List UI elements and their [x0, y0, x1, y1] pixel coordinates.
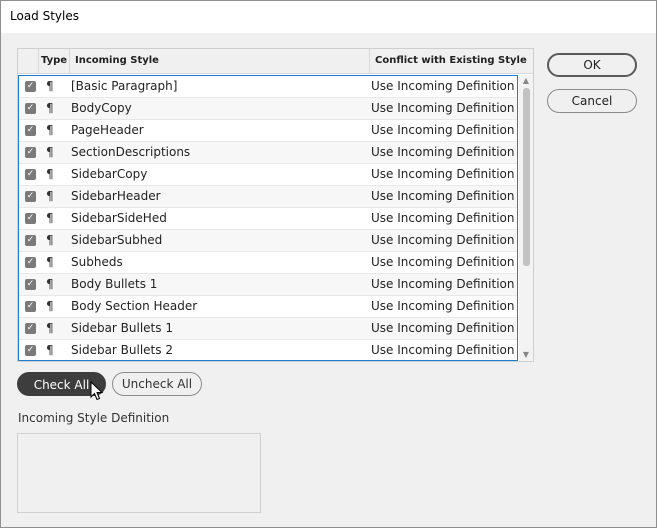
table-row[interactable]: ✓ ¶ Sidebar Bullets 2 Use Incoming Definiti… — [19, 340, 517, 360]
table-row[interactable]: ✓ ¶ SidebarSubhed Use Incoming Definition — [19, 230, 517, 252]
table-row[interactable]: ✓ ¶ Body Section Header Use Incoming Defini… — [19, 296, 517, 318]
table-row[interactable]: ✓ ¶ Subheds Use Incoming Definition — [19, 252, 517, 274]
row-checkbox[interactable]: ✓ — [25, 257, 36, 268]
row-checkbox[interactable]: ✓ — [25, 213, 36, 224]
ok-button[interactable]: OK — [547, 53, 637, 77]
conflict-resolution[interactable]: Use Incoming Definition — [371, 321, 514, 335]
row-checkbox[interactable]: ✓ — [25, 125, 36, 136]
paragraph-icon: ¶ — [46, 167, 54, 181]
conflict-resolution[interactable]: Use Incoming Definition — [371, 211, 514, 225]
conflict-resolution[interactable]: Use Incoming Definition — [371, 123, 514, 137]
paragraph-icon: ¶ — [46, 255, 54, 269]
table-row[interactable]: ✓ ¶ SidebarHeader Use Incoming Definition — [19, 186, 517, 208]
column-header-incoming-style[interactable]: Incoming Style — [75, 49, 159, 73]
conflict-resolution[interactable]: Use Incoming Definition — [371, 277, 514, 291]
column-divider — [38, 49, 39, 73]
conflict-resolution[interactable]: Use Incoming Definition — [371, 79, 514, 93]
row-checkbox[interactable]: ✓ — [25, 279, 36, 290]
styles-table: Type Incoming Style Conflict with Existi… — [17, 48, 534, 362]
paragraph-icon: ¶ — [46, 79, 54, 93]
paragraph-icon: ¶ — [46, 321, 54, 335]
paragraph-icon: ¶ — [46, 343, 54, 357]
row-checkbox[interactable]: ✓ — [25, 191, 36, 202]
paragraph-icon: ¶ — [46, 145, 54, 159]
row-checkbox[interactable]: ✓ — [25, 81, 36, 92]
paragraph-icon: ¶ — [46, 233, 54, 247]
row-checkbox[interactable]: ✓ — [25, 147, 36, 158]
row-checkbox[interactable]: ✓ — [25, 103, 36, 114]
conflict-resolution[interactable]: Use Incoming Definition — [371, 167, 514, 181]
incoming-style-definition-label: Incoming Style Definition — [18, 411, 170, 425]
vertical-scrollbar[interactable]: ▲ ▼ — [519, 75, 533, 361]
load-styles-dialog: Load Styles Type Incoming Style Conflict… — [0, 0, 657, 528]
incoming-style-name: Sidebar Bullets 2 — [71, 343, 173, 357]
table-row[interactable]: ✓ ¶ SidebarSideHed Use Incoming Definition — [19, 208, 517, 230]
row-checkbox[interactable]: ✓ — [25, 301, 36, 312]
scroll-down-arrow-icon[interactable]: ▼ — [521, 350, 531, 360]
conflict-resolution[interactable]: Use Incoming Definition — [371, 189, 514, 203]
table-row[interactable]: ✓ ¶ Sidebar Bullets 1 Use Incoming Definiti… — [19, 318, 517, 340]
table-body: ✓ ¶ [Basic Paragraph] Use Incoming Definiti… — [18, 75, 518, 361]
incoming-style-name: Body Bullets 1 — [71, 277, 158, 291]
conflict-resolution[interactable]: Use Incoming Definition — [371, 255, 514, 269]
scroll-up-arrow-icon[interactable]: ▲ — [521, 76, 531, 86]
scrollbar-thumb[interactable] — [523, 88, 530, 266]
row-checkbox[interactable]: ✓ — [25, 323, 36, 334]
column-divider — [369, 49, 370, 73]
conflict-resolution[interactable]: Use Incoming Definition — [371, 101, 514, 115]
incoming-style-name: Body Section Header — [71, 299, 198, 313]
paragraph-icon: ¶ — [46, 101, 54, 115]
row-checkbox[interactable]: ✓ — [25, 235, 36, 246]
incoming-style-name: PageHeader — [71, 123, 144, 137]
cancel-button[interactable]: Cancel — [547, 89, 637, 113]
row-checkbox[interactable]: ✓ — [25, 169, 36, 180]
column-header-conflict[interactable]: Conflict with Existing Style — [375, 49, 527, 73]
paragraph-icon: ¶ — [46, 299, 54, 313]
conflict-resolution[interactable]: Use Incoming Definition — [371, 145, 514, 159]
title-bar: Load Styles — [1, 1, 656, 33]
column-divider — [69, 49, 70, 73]
paragraph-icon: ¶ — [46, 211, 54, 225]
conflict-resolution[interactable]: Use Incoming Definition — [371, 299, 514, 313]
incoming-style-name: Subheds — [71, 255, 123, 269]
table-row[interactable]: ✓ ¶ [Basic Paragraph] Use Incoming Definiti… — [19, 76, 517, 98]
incoming-style-name: Sidebar Bullets 1 — [71, 321, 173, 335]
incoming-style-name: SidebarSubhed — [71, 233, 163, 247]
paragraph-icon: ¶ — [46, 123, 54, 137]
table-row[interactable]: ✓ ¶ PageHeader Use Incoming Definition — [19, 120, 517, 142]
row-checkbox[interactable]: ✓ — [25, 345, 36, 356]
paragraph-icon: ¶ — [46, 277, 54, 291]
table-row[interactable]: ✓ ¶ SectionDescriptions Use Incoming Defini… — [19, 142, 517, 164]
conflict-resolution[interactable]: Use Incoming Definition — [371, 233, 514, 247]
mouse-pointer-icon — [90, 381, 104, 401]
table-row[interactable]: ✓ ¶ Body Bullets 1 Use Incoming Definition — [19, 274, 517, 296]
incoming-style-name: [Basic Paragraph] — [71, 79, 178, 93]
column-header-type[interactable]: Type — [41, 49, 67, 73]
table-row[interactable]: ✓ ¶ SidebarCopy Use Incoming Definition — [19, 164, 517, 186]
incoming-style-definition-box — [17, 433, 261, 513]
incoming-style-name: BodyCopy — [71, 101, 132, 115]
incoming-style-name: SectionDescriptions — [71, 145, 191, 159]
dialog-title: Load Styles — [10, 9, 79, 23]
incoming-style-name: SidebarCopy — [71, 167, 148, 181]
table-header: Type Incoming Style Conflict with Existi… — [18, 49, 533, 74]
incoming-style-name: SidebarHeader — [71, 189, 161, 203]
table-row[interactable]: ✓ ¶ BodyCopy Use Incoming Definition — [19, 98, 517, 120]
incoming-style-name: SidebarSideHed — [71, 211, 167, 225]
uncheck-all-button[interactable]: Uncheck All — [112, 372, 202, 396]
conflict-resolution[interactable]: Use Incoming Definition — [371, 343, 514, 357]
paragraph-icon: ¶ — [46, 189, 54, 203]
